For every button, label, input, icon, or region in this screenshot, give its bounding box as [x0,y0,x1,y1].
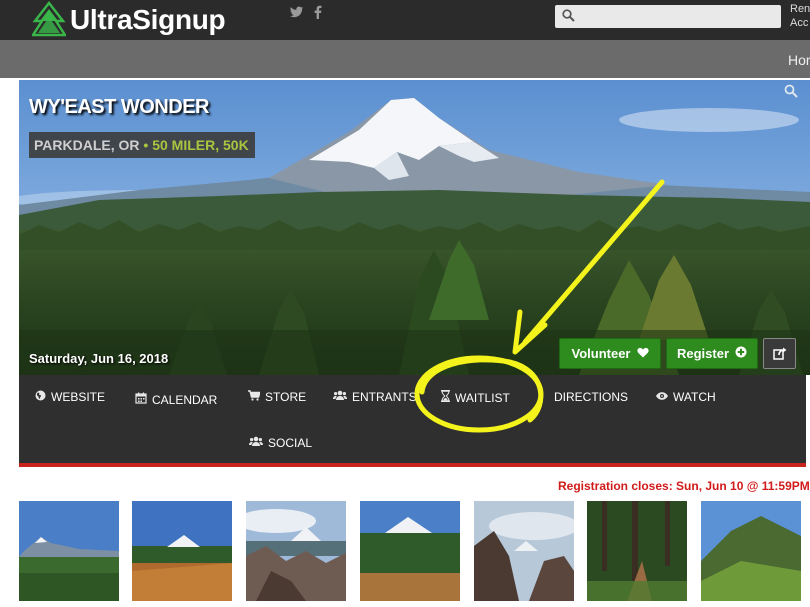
menu-entrants-label: ENTRANTS [352,390,417,404]
race-location: PARKDALE, OR [34,137,140,153]
photo-thumbnail[interactable] [360,501,460,601]
search-icon[interactable] [784,84,798,98]
race-location-distances: PARKDALE, OR • 50 MILER, 50K [29,132,255,158]
photo-thumbnail[interactable] [246,501,346,601]
group-icon [333,390,347,404]
logo-text: UltraSignup [70,4,226,35]
menu-waitlist-label: WAITLIST [455,390,510,405]
menu-website[interactable]: WEBSITE [35,390,105,404]
site-search-input[interactable] [555,5,781,28]
menu-store-label: STORE [265,390,307,404]
account-links[interactable]: Ren Acc [790,2,810,30]
cart-icon [248,390,261,404]
menu-waitlist[interactable]: WAITLIST [441,390,510,405]
race-title: WY'EAST WONDER [29,96,209,118]
mountain-forest-photo [19,80,810,375]
race-hero-banner: WY'EAST WONDER PARKDALE, OR • 50 MILER, … [19,80,810,375]
plus-circle-icon [735,346,747,361]
top-bar: UltraSignup Ren Acc [0,0,810,40]
nav-strip: Hor [0,40,810,78]
twitter-icon[interactable] [290,5,304,23]
tree-logo-icon [32,1,66,37]
photo-image [474,501,574,601]
eye-icon [656,391,668,403]
photo-image [701,501,801,601]
social-links [290,5,322,23]
race-menu: WEBSITE CALENDAR STORE ENTRANTS WAITLIST [19,375,806,467]
photo-thumbnail[interactable] [132,501,232,601]
menu-watch-label: WATCH [673,390,716,404]
volunteer-button[interactable]: Volunteer [559,338,661,369]
photo-thumbnail[interactable] [19,501,119,601]
race-distances: 50 MILER, 50K [152,137,249,153]
menu-social-label: SOCIAL [268,436,313,450]
photo-image [587,501,687,601]
photo-thumbnail[interactable] [474,501,574,601]
menu-website-label: WEBSITE [51,390,106,404]
photo-image [19,501,119,601]
race-date: Saturday, Jun 16, 2018 [29,351,169,366]
register-label: Register [676,346,730,361]
menu-calendar-label: CALENDAR [152,392,218,407]
photo-image [246,501,346,601]
share-button[interactable] [763,338,796,369]
group-icon [249,436,263,450]
menu-social[interactable]: SOCIAL [249,436,312,450]
facebook-icon[interactable] [314,5,322,23]
volunteer-label: Volunteer [571,346,631,361]
photo-image [132,501,232,601]
site-logo[interactable]: UltraSignup [32,0,226,40]
hourglass-icon [441,390,450,405]
registration-closes-note: Registration closes: Sun, Jun 10 @ 11:59… [558,479,810,493]
meta-separator: • [143,137,149,153]
share-icon [772,347,786,360]
account-link-1[interactable]: Ren [790,2,810,16]
register-button[interactable]: Register [666,338,758,369]
photo-thumbnail[interactable] [701,501,801,601]
account-link-2[interactable]: Acc [790,16,810,30]
globe-icon [35,390,46,404]
menu-store[interactable]: STORE [248,390,306,404]
photo-thumbnail[interactable] [587,501,687,601]
heart-icon [636,347,649,361]
photo-image [360,501,460,601]
calendar-icon [135,392,147,407]
menu-watch[interactable]: WATCH [656,390,716,404]
search-icon [562,9,575,22]
nav-home-link[interactable]: Hor [788,52,810,68]
menu-directions-label: DIRECTIONS [554,390,629,404]
menu-directions[interactable]: DIRECTIONS [554,390,628,404]
menu-entrants[interactable]: ENTRANTS [333,390,417,404]
menu-calendar[interactable]: CALENDAR [135,392,217,407]
